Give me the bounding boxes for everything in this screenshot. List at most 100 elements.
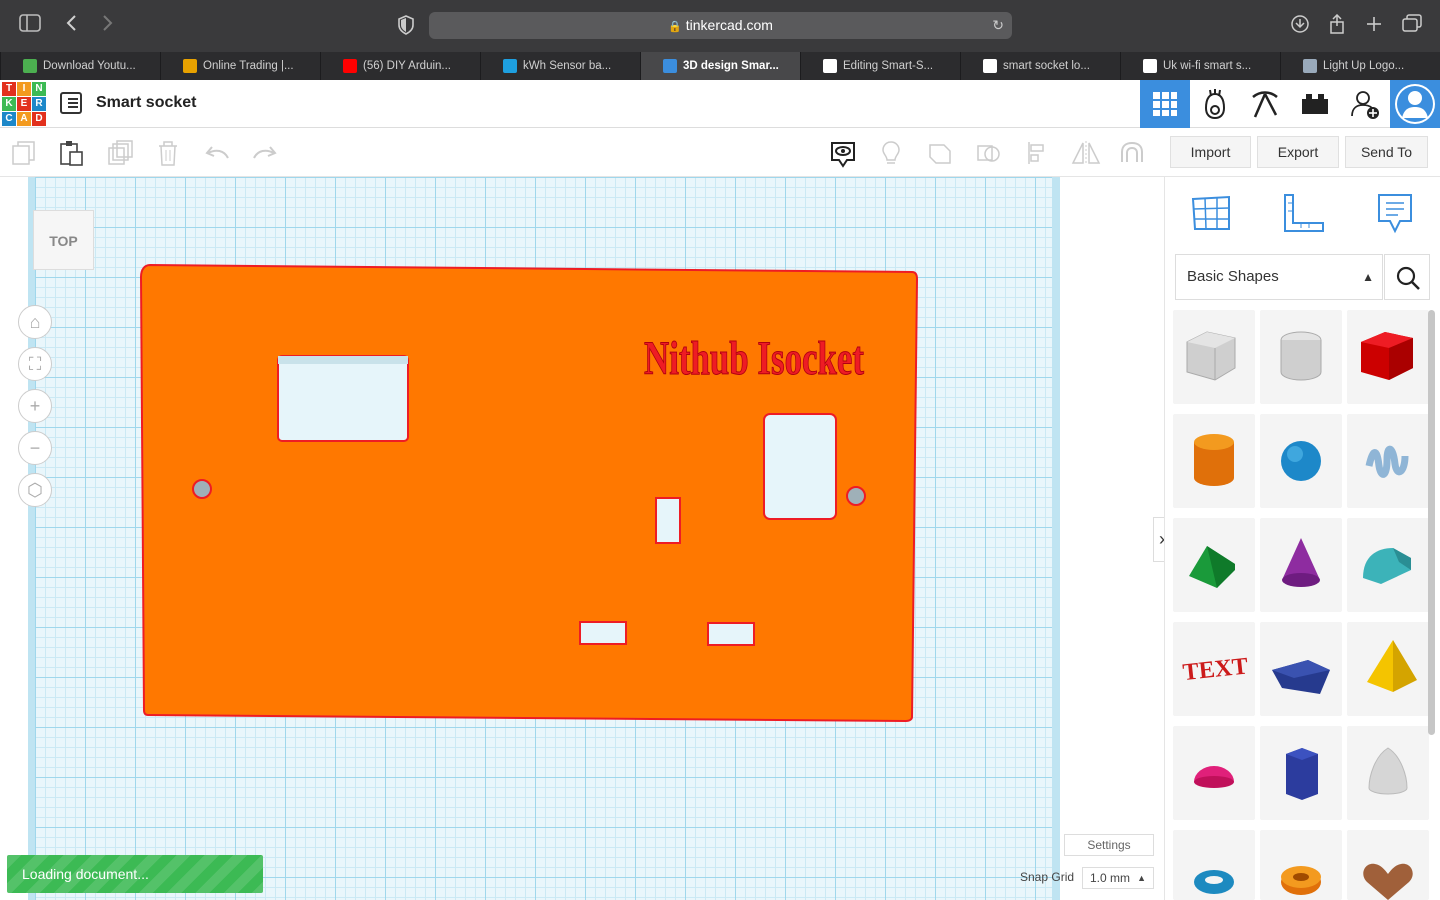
send-to-button[interactable]: Send To [1345, 136, 1428, 168]
cruise-icon[interactable] [1118, 140, 1144, 166]
back-icon[interactable] [60, 14, 84, 38]
browser-tab[interactable]: Online Trading |... [160, 52, 320, 80]
switch-hole-right[interactable] [763, 413, 837, 520]
paste-icon[interactable] [58, 140, 84, 166]
shape-heart[interactable] [1347, 830, 1429, 900]
shape-polygon[interactable] [1260, 726, 1342, 820]
earth-pin-hole[interactable] [655, 497, 681, 544]
neutral-pin-hole[interactable] [707, 622, 755, 646]
shape-box-hole[interactable] [1173, 310, 1255, 404]
circuit-icon[interactable] [1190, 80, 1240, 128]
screw-hole-right[interactable] [846, 486, 866, 506]
forward-icon[interactable] [95, 14, 119, 38]
scribble-icon [1365, 445, 1409, 478]
browser-tab[interactable]: Download Youtu... [0, 52, 160, 80]
browser-tab[interactable]: (56) DIY Arduin... [320, 52, 480, 80]
perspective-icon[interactable]: ⬡ [18, 473, 52, 507]
switch-hole-left[interactable] [277, 355, 409, 442]
workplane-icon[interactable] [1189, 191, 1233, 235]
shape-tube[interactable] [1260, 830, 1342, 900]
browser-tab[interactable]: Light Up Logo... [1280, 52, 1440, 80]
shape-category-select[interactable]: Basic Shapes ▲▼ [1175, 254, 1383, 328]
app-header: TIN KER CAD Smart socket [0, 80, 1440, 128]
socket-plate-model[interactable]: Nithub Isocket [0, 177, 1164, 900]
workplane[interactable]: Nithub Isocket TOP ⌂ ⛶ + − ⬡ Loading doc… [0, 177, 1164, 900]
cone-icon [1282, 538, 1320, 587]
shape-half-sphere[interactable] [1173, 726, 1255, 820]
shape-torus[interactable] [1173, 830, 1255, 900]
browser-tab[interactable]: Editing Smart-S... [800, 52, 960, 80]
shape-cone[interactable] [1260, 518, 1342, 612]
undo-icon[interactable] [204, 140, 230, 166]
tab-overview-icon[interactable] [1400, 14, 1424, 38]
polygon-icon [1286, 748, 1318, 800]
bricks-icon[interactable] [1290, 80, 1340, 128]
delete-icon[interactable] [155, 140, 181, 166]
codeblocks-icon[interactable] [1240, 80, 1290, 128]
shape-round-roof[interactable] [1347, 518, 1429, 612]
3d-view-icon[interactable] [1140, 80, 1190, 128]
mirror-icon[interactable] [1071, 140, 1101, 166]
settings-button[interactable]: Settings [1064, 834, 1154, 856]
design-title[interactable]: Smart socket [96, 94, 197, 112]
reload-icon[interactable]: ↻ [992, 12, 1004, 39]
tube-icon [1281, 866, 1321, 895]
shape-pyramid[interactable] [1347, 622, 1429, 716]
profile-avatar-icon[interactable] [1390, 80, 1440, 128]
shape-roof[interactable] [1173, 518, 1255, 612]
screw-hole-left[interactable] [192, 479, 212, 499]
new-tab-icon[interactable] [1362, 14, 1386, 38]
design-menu-icon[interactable] [60, 92, 82, 114]
collapse-panel-icon[interactable]: › [1153, 517, 1164, 562]
invite-user-icon[interactable] [1340, 80, 1390, 128]
downloads-icon[interactable] [1288, 14, 1312, 38]
search-icon[interactable] [1384, 254, 1430, 300]
duplicate-icon[interactable] [107, 140, 133, 166]
view-cube[interactable]: TOP [33, 210, 94, 270]
browser-tab[interactable]: kWh Sensor ba... [480, 52, 640, 80]
shape-category-value: Basic Shapes [1187, 268, 1279, 285]
tinkercad-logo[interactable]: TIN KER CAD [2, 82, 46, 126]
browser-tab[interactable]: smart socket lo... [960, 52, 1120, 80]
browser-tab[interactable]: 3D design Smar... [640, 52, 800, 80]
address-bar[interactable]: 🔒 tinkercad.com ↻ [429, 12, 1012, 39]
redo-icon[interactable] [252, 140, 278, 166]
favicon-icon [183, 59, 197, 73]
fit-view-icon[interactable]: ⛶ [18, 347, 52, 381]
share-icon[interactable] [1325, 13, 1349, 38]
browser-tab[interactable]: Uk wi-fi smart s... [1120, 52, 1280, 80]
url-text: tinkercad.com [685, 17, 773, 33]
shape-cylinder[interactable] [1173, 414, 1255, 508]
group-icon[interactable] [927, 140, 953, 166]
browser-tab-label: Online Trading |... [203, 60, 294, 72]
copy-icon[interactable] [11, 140, 37, 166]
ruler-icon[interactable] [1281, 191, 1325, 235]
light-bulb-icon[interactable] [878, 140, 904, 166]
shape-paraboloid[interactable] [1347, 726, 1429, 820]
heart-icon [1363, 863, 1413, 900]
export-button[interactable]: Export [1257, 136, 1339, 168]
snap-grid-select[interactable]: 1.0 mm ▲ [1082, 867, 1154, 889]
sidebar-toggle-icon[interactable] [18, 14, 42, 38]
align-icon[interactable] [1026, 140, 1052, 166]
shape-sphere[interactable] [1260, 414, 1342, 508]
zoom-in-icon[interactable]: + [18, 389, 52, 423]
torus-icon [1194, 870, 1234, 894]
import-button[interactable]: Import [1170, 136, 1251, 168]
live-pin-hole[interactable] [579, 621, 627, 645]
lock-icon: 🔒 [668, 21, 682, 33]
shapes-scrollbar[interactable] [1428, 310, 1435, 735]
privacy-shield-icon[interactable] [397, 15, 415, 35]
shape-text[interactable]: TEXT [1173, 622, 1255, 716]
favicon-icon [503, 59, 517, 73]
notes-panel-icon[interactable] [1373, 191, 1417, 235]
home-view-icon[interactable]: ⌂ [18, 305, 52, 339]
shape-scribble[interactable] [1347, 414, 1429, 508]
shape-box[interactable] [1347, 310, 1429, 404]
zoom-out-icon[interactable]: − [18, 431, 52, 465]
shape-wedge[interactable] [1260, 622, 1342, 716]
model-label-text[interactable]: Nithub Isocket [644, 332, 865, 386]
notes-icon[interactable] [829, 140, 857, 168]
shape-cylinder-hole[interactable] [1260, 310, 1342, 404]
ungroup-icon[interactable] [976, 140, 1002, 166]
